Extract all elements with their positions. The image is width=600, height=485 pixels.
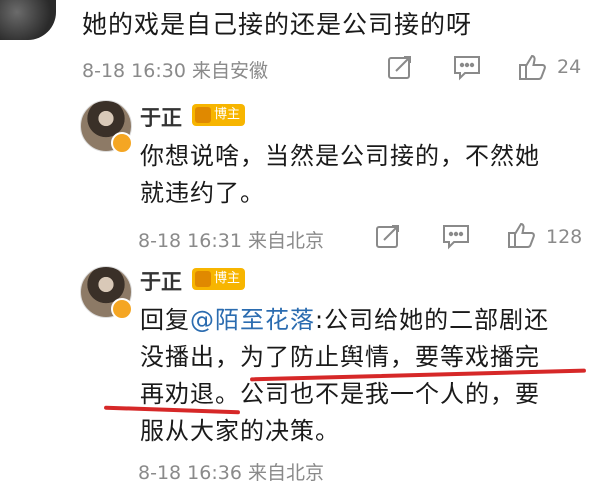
comment-icon[interactable] <box>452 53 482 81</box>
reply1-text-line1: 你想说啥，当然是公司接的，不然她 <box>140 142 540 170</box>
reply2-meta: 8-18 16:36 来自北京 <box>138 462 324 484</box>
verified-badge-icon <box>111 132 133 154</box>
reply1-badge-label: 博主 <box>214 107 241 122</box>
like-icon[interactable] <box>517 52 547 82</box>
reply1-time: 16:31 <box>187 230 242 252</box>
comment-text: 她的戏是自己接的还是公司接的呀 <box>82 10 473 39</box>
reply2-author-badge: 博主 <box>192 268 246 290</box>
reply1-like-count: 128 <box>546 226 583 248</box>
author-hat-icon <box>195 107 211 123</box>
comment-like-count: 24 <box>557 56 582 78</box>
commenter-avatar[interactable] <box>0 0 56 40</box>
reply1-meta: 8-18 16:31 来自北京 <box>138 226 324 253</box>
verified-badge-icon <box>111 298 133 320</box>
reply2-username[interactable]: 于正 <box>140 266 182 296</box>
repost-icon[interactable] <box>374 222 402 250</box>
comment-time: 16:30 <box>131 60 186 82</box>
like-icon[interactable] <box>506 220 536 250</box>
reply2-prefix: 回复 <box>140 306 190 334</box>
comment-location: 来自安徽 <box>191 60 268 82</box>
reply2-text-line4: 服从大家的决策。 <box>140 417 340 445</box>
reply1-text-line2: 就违约了。 <box>140 179 265 207</box>
author-hat-icon <box>195 271 211 287</box>
reply2-badge-label: 博主 <box>214 271 241 286</box>
comment-date: 8-18 <box>82 60 126 82</box>
reply2-text-line1-rest: :公司给她的二部剧还 <box>315 306 550 334</box>
reply1-username[interactable]: 于正 <box>140 102 182 132</box>
comment-meta: 8-18 16:30 来自安徽 <box>82 56 268 83</box>
repost-icon[interactable] <box>386 53 414 81</box>
reply1-date: 8-18 <box>138 230 182 252</box>
reply1-location: 来自北京 <box>247 230 324 252</box>
reply2-text-line3: 再劝退。公司也不是我一个人的，要 <box>140 380 540 408</box>
comment-icon[interactable] <box>441 222 471 250</box>
reply2-mention-link[interactable]: @陌至花落 <box>190 306 315 334</box>
reply1-author-badge: 博主 <box>192 104 246 126</box>
reply2-text-line1: 回复@陌至花落:公司给她的二部剧还 <box>140 302 549 339</box>
